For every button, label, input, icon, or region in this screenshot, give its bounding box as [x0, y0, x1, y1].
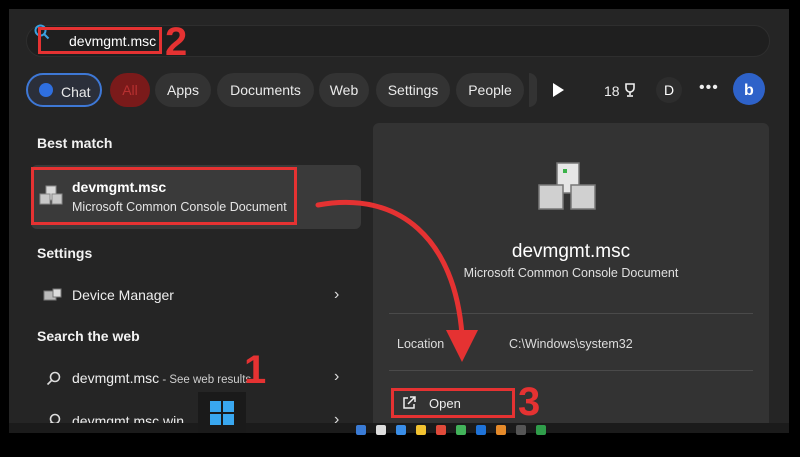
annotation-arrow [315, 199, 478, 362]
